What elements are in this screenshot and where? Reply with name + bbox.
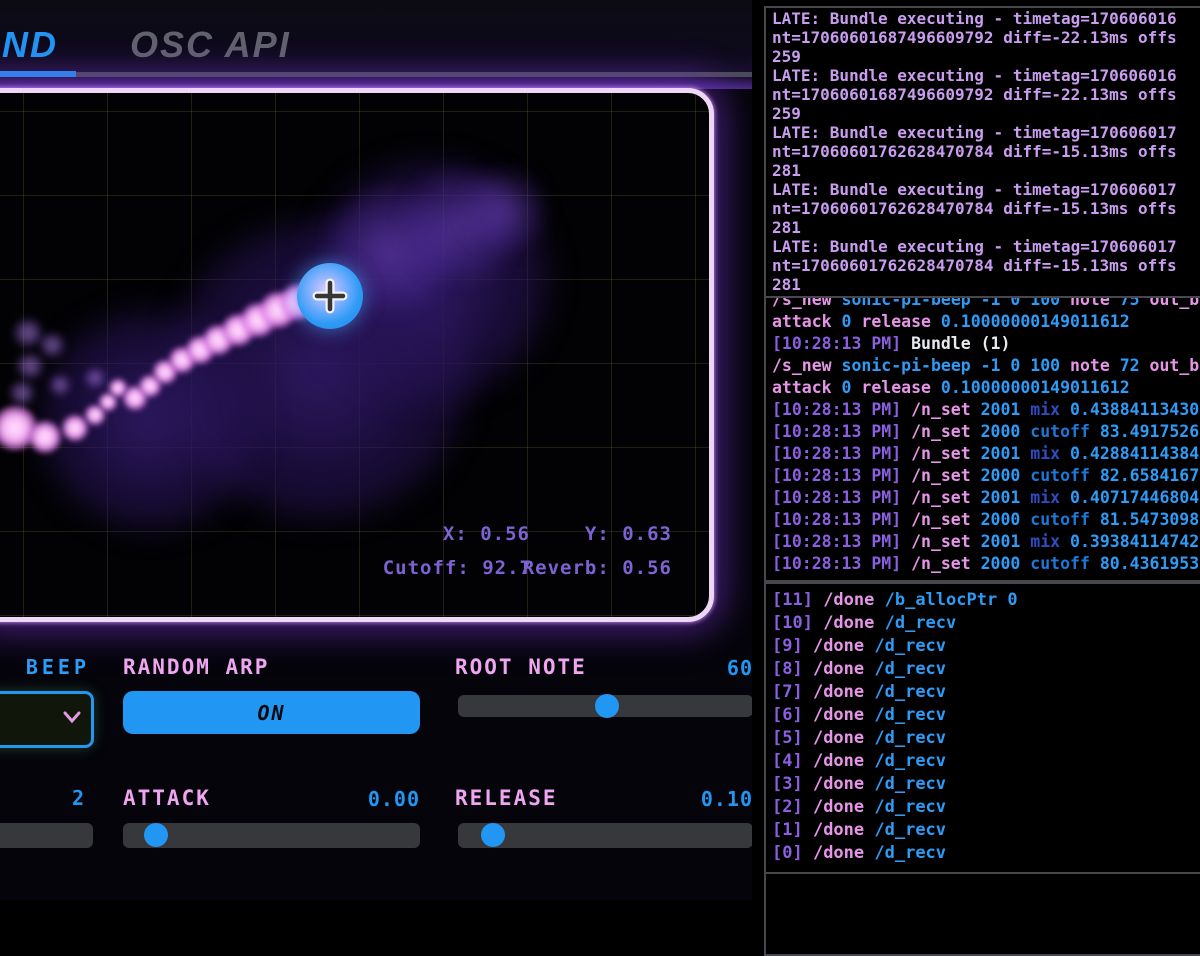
log-line: LATE: Bundle executing - timetag=1706060… [772, 237, 1200, 256]
log-line: [5] /done /d_recv [772, 727, 1200, 750]
root-note-label: ROOT NOTE [455, 655, 587, 679]
root-note-slider[interactable] [458, 695, 752, 717]
release-slider-thumb[interactable] [481, 823, 505, 847]
done-log-panel[interactable]: [11] /done /b_allocPtr 0[10] /done /d_re… [764, 582, 1200, 877]
log-line: [4] /done /d_recv [772, 750, 1200, 773]
log-line: [7] /done /d_recv [772, 681, 1200, 704]
log-line: 281 [772, 275, 1200, 294]
log-line: [10:28:13 PM] Bundle (1) [772, 333, 1200, 355]
log-line: [10:28:13 PM] /n_set 2000 cutoff 81.5473… [772, 509, 1200, 531]
log-line: 259 [772, 47, 1200, 66]
attack-label: ATTACK [123, 786, 211, 810]
synth-select[interactable] [0, 691, 94, 748]
log-line: LATE: Bundle executing - timetag=1706060… [772, 9, 1200, 28]
log-line: [1] /done /d_recv [772, 819, 1200, 842]
log-line: nt=17060601762628470784 diff=-15.13ms of… [772, 256, 1200, 275]
log-line: nt=17060601762628470784 diff=-15.13ms of… [772, 199, 1200, 218]
random-arp-label: RANDOM ARP [123, 655, 269, 679]
cropped-control-value: 2 [0, 786, 85, 810]
tab-sound[interactable]: ND [2, 24, 58, 66]
readout-reverb: Reverb: 0.56 [523, 557, 672, 579]
attack-slider[interactable] [123, 823, 420, 848]
root-note-slider-thumb[interactable] [595, 694, 619, 718]
log-line: nt=17060601687496609792 diff=-22.13ms of… [772, 85, 1200, 104]
readout-cutoff: Cutoff: 92.7 [383, 557, 532, 579]
log-line: [9] /done /d_recv [772, 635, 1200, 658]
log-pane: LATE: Bundle executing - timetag=1706060… [764, 0, 1200, 900]
log-line: [10:28:13 PM] /n_set 2000 cutoff 82.6584… [772, 465, 1200, 487]
empty-log-panel[interactable] [764, 872, 1200, 956]
release-slider[interactable] [458, 823, 752, 848]
log-line: attack 0 release 0.10000000149011612 [772, 311, 1200, 333]
log-line: [10:28:13 PM] /n_set 2001 mix 0.40717446… [772, 487, 1200, 509]
crosshair-icon [312, 278, 348, 314]
log-line: [10:28:13 PM] /n_set 2001 mix 0.43884113… [772, 399, 1200, 421]
attack-slider-thumb[interactable] [144, 823, 168, 847]
chevron-down-icon [62, 710, 82, 724]
readout-x: X: 0.56 [443, 523, 530, 545]
late-log-panel[interactable]: LATE: Bundle executing - timetag=1706060… [764, 6, 1200, 298]
log-line: [10:28:13 PM] /n_set 2001 mix 0.39384114… [772, 531, 1200, 553]
log-line: 281 [772, 161, 1200, 180]
cropped-slider[interactable] [0, 823, 93, 848]
root-note-value: 60 [600, 656, 752, 680]
log-line: [10:28:13 PM] /n_set 2001 mix 0.42884114… [772, 443, 1200, 465]
tab-bar: ND OSC API [0, 0, 752, 76]
release-value: 0.10 [600, 787, 752, 811]
log-line: attack 0 release 0.10000000149011612 [772, 377, 1200, 399]
xy-pad[interactable]: X: 0.56 Y: 0.63 Cutoff: 92.7 Reverb: 0.5… [0, 88, 714, 622]
log-line: nt=17060601762628470784 diff=-15.13ms of… [772, 142, 1200, 161]
log-line: 259 [772, 104, 1200, 123]
osc-log-panel[interactable]: /s_new sonic-pi-beep -1 0 100 note 75 ou… [764, 296, 1200, 582]
log-line: [8] /done /d_recv [772, 658, 1200, 681]
log-line: [10:28:13 PM] /n_set 2000 cutoff 80.4361… [772, 553, 1200, 575]
log-line: [0] /done /d_recv [772, 842, 1200, 865]
main-pane: ND OSC API X: 0.56 Y: 0.63 Cutoff: 92.7 … [0, 0, 752, 900]
log-line: [6] /done /d_recv [772, 704, 1200, 727]
random-arp-toggle-button[interactable]: ON [123, 691, 420, 734]
log-line: LATE: Bundle executing - timetag=1706060… [772, 180, 1200, 199]
log-line: /s_new sonic-pi-beep -1 0 100 note 72 ou… [772, 355, 1200, 377]
log-line: [11] /done /b_allocPtr 0 [772, 589, 1200, 612]
log-line: [10:28:13 PM] /n_set 2000 cutoff 83.4917… [772, 421, 1200, 443]
log-line: /s_new sonic-pi-beep -1 0 100 note 75 ou… [772, 296, 1200, 311]
attack-value: 0.00 [270, 787, 420, 811]
log-line: 281 [772, 218, 1200, 237]
readout-y: Y: 0.63 [585, 523, 672, 545]
xy-pad-cursor[interactable] [297, 263, 363, 329]
log-line: [3] /done /d_recv [772, 773, 1200, 796]
log-line: nt=17060601687496609792 diff=-22.13ms of… [772, 28, 1200, 47]
tab-osc-api[interactable]: OSC API [130, 24, 291, 66]
release-label: RELEASE [455, 786, 558, 810]
log-line: [10] /done /d_recv [772, 612, 1200, 635]
synth-value-label: BEEP [0, 655, 90, 679]
log-line: LATE: Bundle executing - timetag=1706060… [772, 66, 1200, 85]
log-line: [2] /done /d_recv [772, 796, 1200, 819]
log-line: LATE: Bundle executing - timetag=1706060… [772, 123, 1200, 142]
